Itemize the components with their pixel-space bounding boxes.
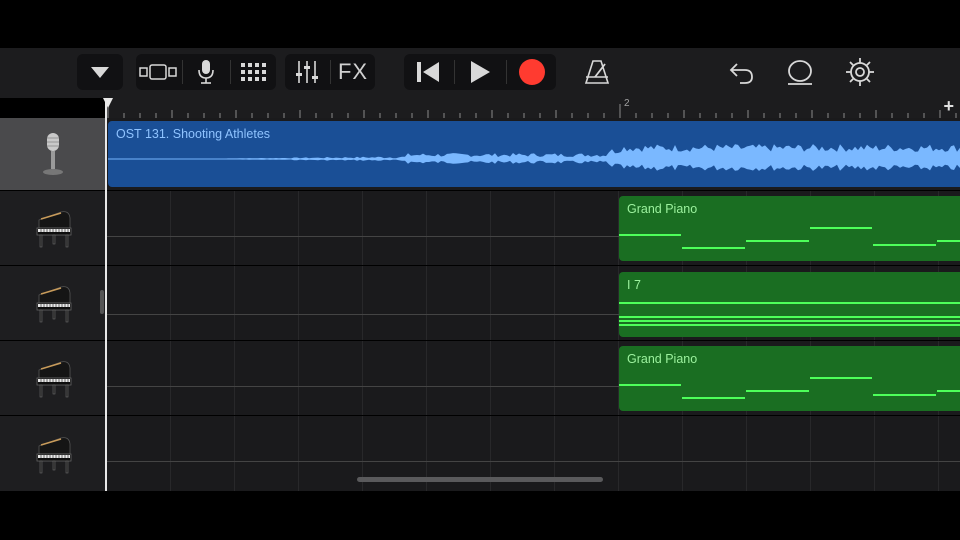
triangle-down-icon xyxy=(91,67,109,78)
horizontal-scrollbar[interactable] xyxy=(357,477,603,482)
midi-region-grand-piano-2[interactable]: Grand Piano xyxy=(619,346,960,411)
settings-button[interactable] xyxy=(840,54,880,90)
play-button[interactable] xyxy=(456,54,504,90)
add-section-button[interactable]: + xyxy=(943,96,954,117)
bar-number-label: 2 xyxy=(624,98,630,109)
track-header-piano-1[interactable] xyxy=(0,191,106,266)
record-button[interactable] xyxy=(508,54,556,90)
track-header-piano-2[interactable] xyxy=(0,266,106,341)
grand-piano-icon xyxy=(36,361,72,398)
view-button-group xyxy=(136,54,276,90)
track-header-audio[interactable] xyxy=(0,118,106,191)
region-name: Grand Piano xyxy=(627,202,698,216)
mixer-button[interactable] xyxy=(285,54,329,90)
track-header-piano-3[interactable] xyxy=(0,341,106,416)
grand-piano-icon xyxy=(36,211,72,248)
gear-icon xyxy=(846,58,874,86)
play-icon xyxy=(471,61,490,83)
playhead-handle[interactable] xyxy=(103,98,113,108)
browser-button[interactable] xyxy=(77,54,123,90)
grand-piano-icon xyxy=(36,286,72,323)
timeline-ruler[interactable]: 2 + xyxy=(106,96,960,118)
sliders-icon xyxy=(296,61,318,83)
view-toggle-button[interactable] xyxy=(136,54,180,90)
audio-waveform xyxy=(108,144,960,171)
fx-label: FX xyxy=(337,59,369,84)
loops-button[interactable] xyxy=(780,54,820,90)
mixer-button-group: FX xyxy=(285,54,375,90)
microphone-icon xyxy=(43,133,63,175)
region-name: I 7 xyxy=(627,278,641,292)
midi-region-grand-piano-1[interactable]: Grand Piano xyxy=(619,196,960,261)
fx-button[interactable]: FX xyxy=(331,54,375,90)
undo-button[interactable] xyxy=(722,54,762,90)
header-resize-handle[interactable] xyxy=(100,290,104,314)
instrument-button[interactable] xyxy=(184,54,228,90)
go-to-beginning-icon xyxy=(417,62,439,82)
ruler-ticks xyxy=(107,104,957,118)
record-icon xyxy=(519,59,545,85)
grid-icon xyxy=(241,63,266,81)
view-toggle-icon xyxy=(139,64,177,80)
track-header-piano-4[interactable] xyxy=(0,416,106,491)
loop-icon xyxy=(788,60,812,85)
browser-button-group xyxy=(77,54,123,90)
tracks-view-button[interactable] xyxy=(232,54,276,90)
track-headers xyxy=(0,118,106,491)
audio-region[interactable]: OST 131. Shooting Athletes xyxy=(108,121,960,187)
microphone-icon xyxy=(198,60,214,84)
metronome-icon xyxy=(584,60,610,84)
playhead[interactable] xyxy=(105,98,107,491)
go-to-beginning-button[interactable] xyxy=(404,54,452,90)
grand-piano-icon xyxy=(36,436,72,473)
undo-icon xyxy=(729,63,753,84)
control-bar: FX xyxy=(0,48,960,98)
region-name: Grand Piano xyxy=(627,352,698,366)
midi-region-i7[interactable]: I 7 xyxy=(619,272,960,337)
metronome-button[interactable] xyxy=(577,54,617,90)
transport-group xyxy=(404,54,556,90)
tracks-area[interactable]: OST 131. Shooting Athletes Grand Piano I… xyxy=(106,118,960,491)
